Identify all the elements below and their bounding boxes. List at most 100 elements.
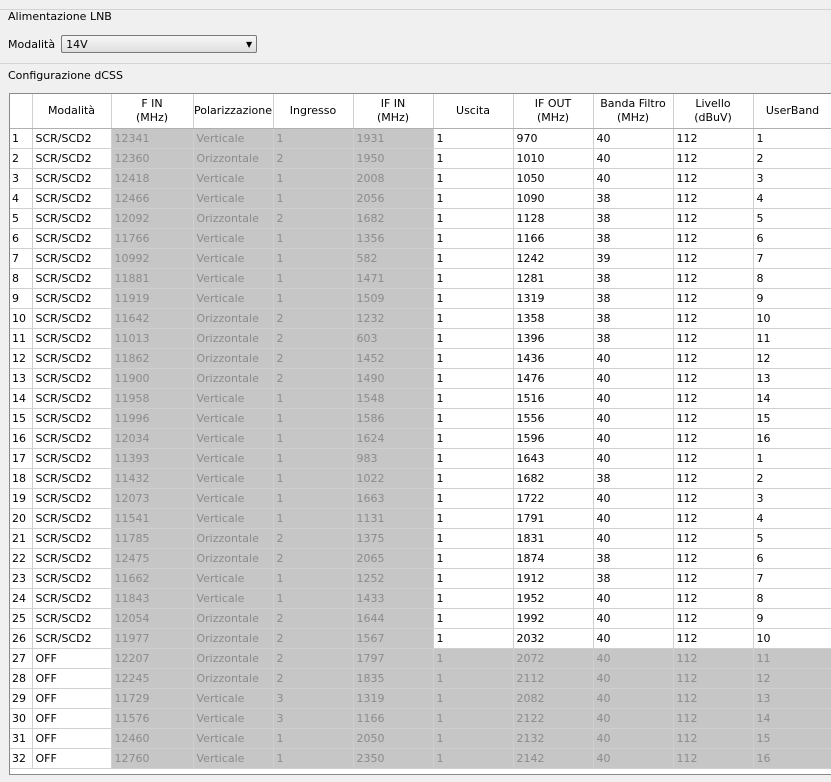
cell-userband[interactable]: 15	[753, 408, 831, 429]
cell-if-out[interactable]: 1281	[513, 268, 594, 289]
cell-modalita[interactable]: SCR/SCD2	[32, 388, 112, 409]
table-row[interactable]: 19 SCR/SCD2 12073 Verticale 1 1663 1 1722 40 112 3	[10, 488, 831, 509]
cell-livello[interactable]: 112	[673, 188, 754, 209]
table-row[interactable]: 17 SCR/SCD2 11393 Verticale 1 983 1 1643 40 112 1	[10, 448, 831, 469]
table-row[interactable]: 1 SCR/SCD2 12341 Verticale 1 1931 1 970 40 112 1	[10, 128, 831, 149]
cell-if-out[interactable]: 1166	[513, 228, 594, 249]
cell-modalita[interactable]: OFF	[32, 728, 112, 749]
table-row[interactable]: 24 SCR/SCD2 11843 Verticale 1 1433 1 1952 40 112 8	[10, 588, 831, 609]
cell-userband[interactable]: 16	[753, 428, 831, 449]
cell-uscita[interactable]: 1	[433, 388, 514, 409]
cell-modalita[interactable]: SCR/SCD2	[32, 188, 112, 209]
table-row[interactable]: 11 SCR/SCD2 11013 Orizzontale 2 603 1 1396 38 112…	[10, 328, 831, 349]
column-header-banda-filtro[interactable]: Banda Filtro (MHz)	[593, 94, 674, 129]
mode-dropdown[interactable]: 14V ▼	[61, 35, 258, 53]
cell-userband[interactable]: 4	[753, 188, 831, 209]
cell-if-out[interactable]: 1436	[513, 348, 594, 369]
cell-if-out[interactable]: 1952	[513, 588, 594, 609]
cell-userband[interactable]: 11	[753, 328, 831, 349]
cell-banda-filtro[interactable]: 40	[593, 508, 674, 529]
cell-livello[interactable]: 112	[673, 348, 754, 369]
cell-uscita[interactable]: 1	[433, 308, 514, 329]
cell-if-out[interactable]: 1128	[513, 208, 594, 229]
cell-modalita[interactable]: SCR/SCD2	[32, 348, 112, 369]
cell-livello[interactable]: 112	[673, 368, 754, 389]
cell-banda-filtro[interactable]: 40	[593, 348, 674, 369]
cell-banda-filtro[interactable]: 38	[593, 328, 674, 349]
cell-modalita[interactable]: SCR/SCD2	[32, 588, 112, 609]
cell-uscita[interactable]: 1	[433, 608, 514, 629]
cell-modalita[interactable]: SCR/SCD2	[32, 548, 112, 569]
cell-userband[interactable]: 6	[753, 228, 831, 249]
cell-livello[interactable]: 112	[673, 528, 754, 549]
cell-modalita[interactable]: SCR/SCD2	[32, 208, 112, 229]
table-row[interactable]: 22 SCR/SCD2 12475 Orizzontale 2 2065 1 1874 38 11…	[10, 548, 831, 569]
table-row[interactable]: 3 SCR/SCD2 12418 Verticale 1 2008 1 1050 40 112 3	[10, 168, 831, 189]
cell-modalita[interactable]: SCR/SCD2	[32, 468, 112, 489]
table-row[interactable]: 7 SCR/SCD2 10992 Verticale 1 582 1 1242 39 112 7	[10, 248, 831, 269]
column-header-modalita[interactable]: Modalità	[32, 94, 112, 129]
column-header-if-out[interactable]: IF OUT (MHz)	[513, 94, 594, 129]
cell-userband[interactable]: 7	[753, 568, 831, 589]
table-row[interactable]: 8 SCR/SCD2 11881 Verticale 1 1471 1 1281 38 112 8	[10, 268, 831, 289]
table-row[interactable]: 14 SCR/SCD2 11958 Verticale 1 1548 1 1516 40 112 1…	[10, 388, 831, 409]
cell-userband[interactable]: 10	[753, 308, 831, 329]
cell-if-out[interactable]: 1319	[513, 288, 594, 309]
cell-modalita[interactable]: SCR/SCD2	[32, 448, 112, 469]
column-header-row-number[interactable]	[10, 94, 33, 129]
cell-banda-filtro[interactable]: 38	[593, 188, 674, 209]
cell-userband[interactable]: 3	[753, 488, 831, 509]
table-row[interactable]: 30 OFF 11576 Verticale 3 1166 1 2122 40 112 14	[10, 708, 831, 729]
cell-livello[interactable]: 112	[673, 468, 754, 489]
cell-uscita[interactable]: 1	[433, 588, 514, 609]
cell-if-out[interactable]: 1682	[513, 468, 594, 489]
cell-uscita[interactable]: 1	[433, 508, 514, 529]
cell-banda-filtro[interactable]: 38	[593, 568, 674, 589]
cell-userband[interactable]: 8	[753, 268, 831, 289]
cell-modalita[interactable]: SCR/SCD2	[32, 128, 112, 149]
cell-banda-filtro[interactable]: 40	[593, 168, 674, 189]
cell-banda-filtro[interactable]: 40	[593, 148, 674, 169]
cell-livello[interactable]: 112	[673, 248, 754, 269]
cell-livello[interactable]: 112	[673, 228, 754, 249]
cell-banda-filtro[interactable]: 38	[593, 468, 674, 489]
cell-modalita[interactable]: SCR/SCD2	[32, 328, 112, 349]
table-row[interactable]: 32 OFF 12760 Verticale 1 2350 1 2142 40 112 16	[10, 748, 831, 769]
cell-modalita[interactable]: SCR/SCD2	[32, 528, 112, 549]
cell-if-out[interactable]: 1912	[513, 568, 594, 589]
cell-modalita[interactable]: SCR/SCD2	[32, 488, 112, 509]
table-row[interactable]: 31 OFF 12460 Verticale 1 2050 1 2132 40 112 15	[10, 728, 831, 749]
table-row[interactable]: 26 SCR/SCD2 11977 Orizzontale 2 1567 1 2032 40 11…	[10, 628, 831, 649]
cell-modalita[interactable]: SCR/SCD2	[32, 428, 112, 449]
cell-if-out[interactable]: 1556	[513, 408, 594, 429]
cell-if-out[interactable]: 1516	[513, 388, 594, 409]
cell-uscita[interactable]: 1	[433, 228, 514, 249]
column-header-userband[interactable]: UserBand	[753, 94, 831, 129]
cell-livello[interactable]: 112	[673, 588, 754, 609]
cell-uscita[interactable]: 1	[433, 488, 514, 509]
cell-livello[interactable]: 112	[673, 548, 754, 569]
cell-uscita[interactable]: 1	[433, 168, 514, 189]
cell-modalita[interactable]: SCR/SCD2	[32, 288, 112, 309]
cell-livello[interactable]: 112	[673, 288, 754, 309]
cell-livello[interactable]: 112	[673, 388, 754, 409]
cell-banda-filtro[interactable]: 40	[593, 388, 674, 409]
cell-livello[interactable]: 112	[673, 128, 754, 149]
cell-userband[interactable]: 7	[753, 248, 831, 269]
cell-banda-filtro[interactable]: 39	[593, 248, 674, 269]
table-row[interactable]: 29 OFF 11729 Verticale 3 1319 1 2082 40 112 13	[10, 688, 831, 709]
table-row[interactable]: 27 OFF 12207 Orizzontale 2 1797 1 2072 40 112 11	[10, 648, 831, 669]
table-row[interactable]: 10 SCR/SCD2 11642 Orizzontale 2 1232 1 1358 38 11…	[10, 308, 831, 329]
cell-banda-filtro[interactable]: 38	[593, 548, 674, 569]
cell-userband[interactable]: 14	[753, 388, 831, 409]
table-row[interactable]: 6 SCR/SCD2 11766 Verticale 1 1356 1 1166 38 112 6	[10, 228, 831, 249]
cell-modalita[interactable]: SCR/SCD2	[32, 608, 112, 629]
cell-if-out[interactable]: 1831	[513, 528, 594, 549]
table-row[interactable]: 4 SCR/SCD2 12466 Verticale 1 2056 1 1090 38 112 4	[10, 188, 831, 209]
cell-if-out[interactable]: 1722	[513, 488, 594, 509]
cell-userband[interactable]: 10	[753, 628, 831, 649]
cell-livello[interactable]: 112	[673, 608, 754, 629]
cell-modalita[interactable]: SCR/SCD2	[32, 148, 112, 169]
cell-if-out[interactable]: 1476	[513, 368, 594, 389]
cell-uscita[interactable]: 1	[433, 128, 514, 149]
